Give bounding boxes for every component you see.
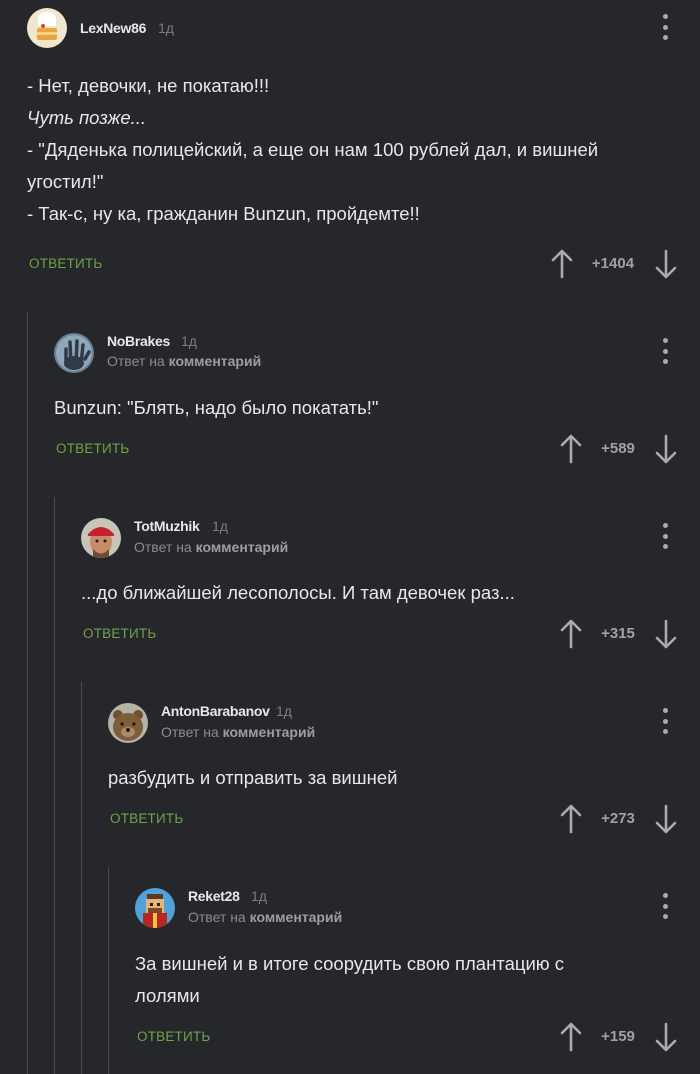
reply-button[interactable]: ОТВЕТИТЬ <box>83 626 156 641</box>
more-options-icon[interactable] <box>662 338 668 364</box>
comment-body: Bunzun: "Блять, надо было покатать!" <box>54 392 674 424</box>
bear-avatar-icon[interactable] <box>108 703 148 743</box>
more-options-icon[interactable] <box>662 708 668 734</box>
reply-button[interactable]: ОТВЕТИТЬ <box>110 811 183 826</box>
reply-to-link[interactable]: комментарий <box>196 539 289 555</box>
username[interactable]: TotMuzhik <box>134 518 200 534</box>
reply-button[interactable]: ОТВЕТИТЬ <box>29 256 102 271</box>
username[interactable]: Reket28 <box>188 888 240 904</box>
reply-to-info: Ответ на комментарий <box>161 724 315 740</box>
upvote-arrow-icon[interactable] <box>560 804 582 834</box>
rating-count: +273 <box>601 810 635 827</box>
timestamp: 1д <box>251 888 267 904</box>
comment-line: - "Дяденька полицейский, а еще он нам 10… <box>27 139 599 160</box>
rating-count: +589 <box>601 440 635 457</box>
comment-line: лолями <box>135 985 200 1006</box>
reply-to-prefix: Ответ на <box>161 724 219 740</box>
comment-line: - Нет, девочки, не покатаю!!! <box>27 75 270 96</box>
reply-button[interactable]: ОТВЕТИТЬ <box>56 441 129 456</box>
upvote-arrow-icon[interactable] <box>551 249 573 279</box>
reply-to-link[interactable]: комментарий <box>223 724 316 740</box>
more-options-icon[interactable] <box>662 14 668 40</box>
upvote-arrow-icon[interactable] <box>560 1022 582 1052</box>
comment-line: угостил!" <box>27 171 104 192</box>
reply-to-prefix: Ответ на <box>107 353 165 369</box>
comment-line: Чуть позже... <box>27 107 147 128</box>
comment-body: За вишней и в итоге соорудить свою плант… <box>135 948 675 1012</box>
reply-to-prefix: Ответ на <box>188 909 246 925</box>
reply-to-info: Ответ на комментарий <box>188 909 342 925</box>
comment-line: Bunzun: "Блять, надо было покатать!" <box>54 397 379 418</box>
downvote-arrow-icon[interactable] <box>655 249 677 279</box>
timestamp: 1д <box>212 518 228 534</box>
comment-body: - Нет, девочки, не покатаю!!! Чуть позже… <box>27 70 677 230</box>
hand-avatar-icon[interactable] <box>54 333 94 373</box>
downvote-arrow-icon[interactable] <box>655 804 677 834</box>
username[interactable]: NoBrakes <box>107 333 170 349</box>
username[interactable]: AntonBarabanov <box>161 703 270 719</box>
timestamp: 1д <box>276 703 292 719</box>
username[interactable]: LexNew86 <box>80 20 146 36</box>
more-options-icon[interactable] <box>662 523 668 549</box>
timestamp: 1д <box>158 20 174 36</box>
rating-count: +1404 <box>591 255 635 272</box>
chef-cake-avatar-icon[interactable] <box>27 8 67 48</box>
reply-to-link[interactable]: комментарий <box>250 909 343 925</box>
comment-line: разбудить и отправить за вишней <box>108 767 398 788</box>
reply-to-info: Ответ на комментарий <box>134 539 288 555</box>
thread-line-level-4 <box>108 867 109 1074</box>
comment-body: разбудить и отправить за вишней <box>108 762 668 794</box>
comment-line: ...до ближайшей лесополосы. И там девоче… <box>81 582 515 603</box>
reply-button[interactable]: ОТВЕТИТЬ <box>137 1029 210 1044</box>
upvote-arrow-icon[interactable] <box>560 434 582 464</box>
downvote-arrow-icon[interactable] <box>655 619 677 649</box>
downvote-arrow-icon[interactable] <box>655 1022 677 1052</box>
upvote-arrow-icon[interactable] <box>560 619 582 649</box>
rating-count: +159 <box>601 1028 635 1045</box>
reply-to-prefix: Ответ на <box>134 539 192 555</box>
comment-body: ...до ближайшей лесополосы. И там девоче… <box>81 577 671 609</box>
man-bandana-avatar-icon[interactable] <box>81 518 121 558</box>
comment-line: - Так-с, ну ка, гражданин Bunzun, пройде… <box>27 203 420 224</box>
comment-line: За вишней и в итоге соорудить свою плант… <box>135 953 565 974</box>
reply-to-link[interactable]: комментарий <box>169 353 262 369</box>
pixel-man-avatar-icon[interactable] <box>135 888 175 928</box>
timestamp: 1д <box>181 333 197 349</box>
thread-line-level-2 <box>54 497 55 1074</box>
thread-line-level-1 <box>27 312 28 1074</box>
thread-line-level-3 <box>81 682 82 1074</box>
reply-to-info: Ответ на комментарий <box>107 353 261 369</box>
downvote-arrow-icon[interactable] <box>655 434 677 464</box>
rating-count: +315 <box>601 625 635 642</box>
more-options-icon[interactable] <box>662 893 668 919</box>
